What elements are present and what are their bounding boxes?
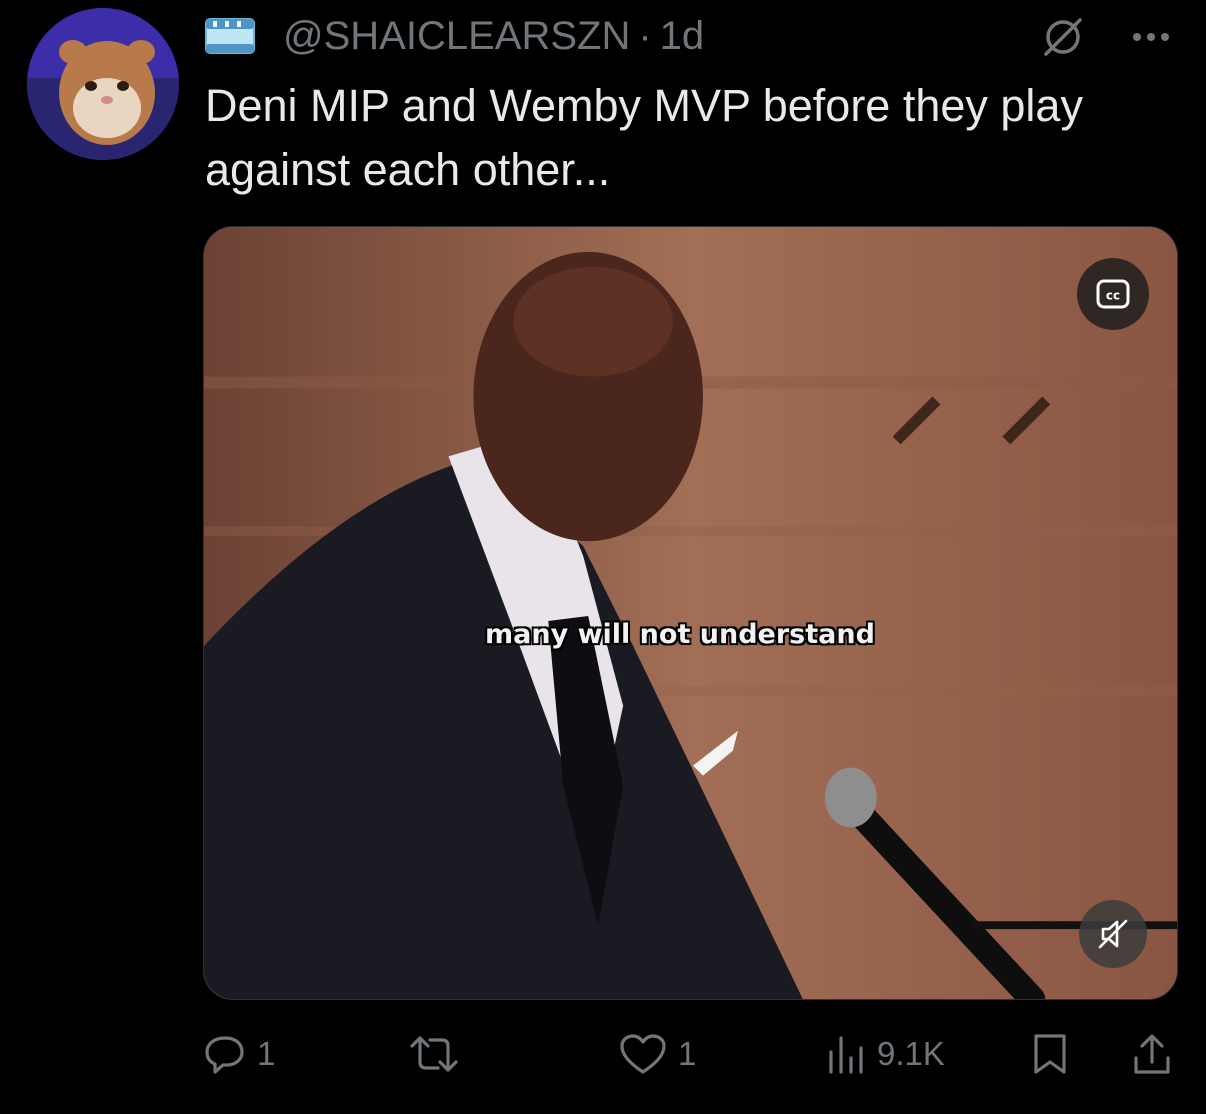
tweet[interactable]: @SHAICLEARSZN · 1d Deni MIP and Wemby MV… xyxy=(0,0,1206,1114)
views-icon xyxy=(829,1036,863,1074)
video-frame xyxy=(204,227,1177,999)
bookmark-button[interactable] xyxy=(1030,1026,1070,1082)
closed-captions-button[interactable]: cc xyxy=(1077,258,1149,330)
grok-icon[interactable] xyxy=(1040,14,1086,60)
reply-icon xyxy=(205,1036,244,1074)
closed-captions-icon: cc xyxy=(1096,279,1130,309)
views-count: 9.1K xyxy=(877,1035,945,1072)
views-button[interactable]: 9.1K xyxy=(825,1026,945,1082)
separator: · xyxy=(638,13,652,58)
retweet-icon xyxy=(410,1036,458,1072)
reply-count: 1 xyxy=(257,1035,276,1072)
more-icon[interactable] xyxy=(1128,14,1174,60)
flag-icon xyxy=(205,18,255,54)
like-count: 1 xyxy=(678,1035,697,1072)
share-icon xyxy=(1134,1034,1170,1074)
timestamp[interactable]: 1d xyxy=(660,14,705,59)
retweet-button[interactable] xyxy=(408,1026,470,1082)
like-button[interactable]: 1 xyxy=(618,1026,696,1082)
svg-text:cc: cc xyxy=(1106,289,1120,303)
video-player[interactable]: many will not understand cc xyxy=(203,226,1178,1000)
reply-button[interactable]: 1 xyxy=(203,1026,275,1082)
avatar[interactable] xyxy=(27,8,179,160)
video-caption: many will not understand xyxy=(485,619,875,650)
bookmark-icon xyxy=(1034,1034,1066,1074)
user-handle[interactable]: @SHAICLEARSZN xyxy=(283,14,630,59)
heart-icon xyxy=(620,1034,666,1074)
action-bar: 1 1 9.1K xyxy=(203,1026,1178,1082)
tweet-header: @SHAICLEARSZN · 1d xyxy=(205,8,704,64)
mute-button[interactable] xyxy=(1079,900,1147,968)
muted-speaker-icon xyxy=(1098,919,1128,949)
tweet-text: Deni MIP and Wemby MVP before they play … xyxy=(205,80,1083,195)
share-button[interactable] xyxy=(1130,1026,1174,1082)
